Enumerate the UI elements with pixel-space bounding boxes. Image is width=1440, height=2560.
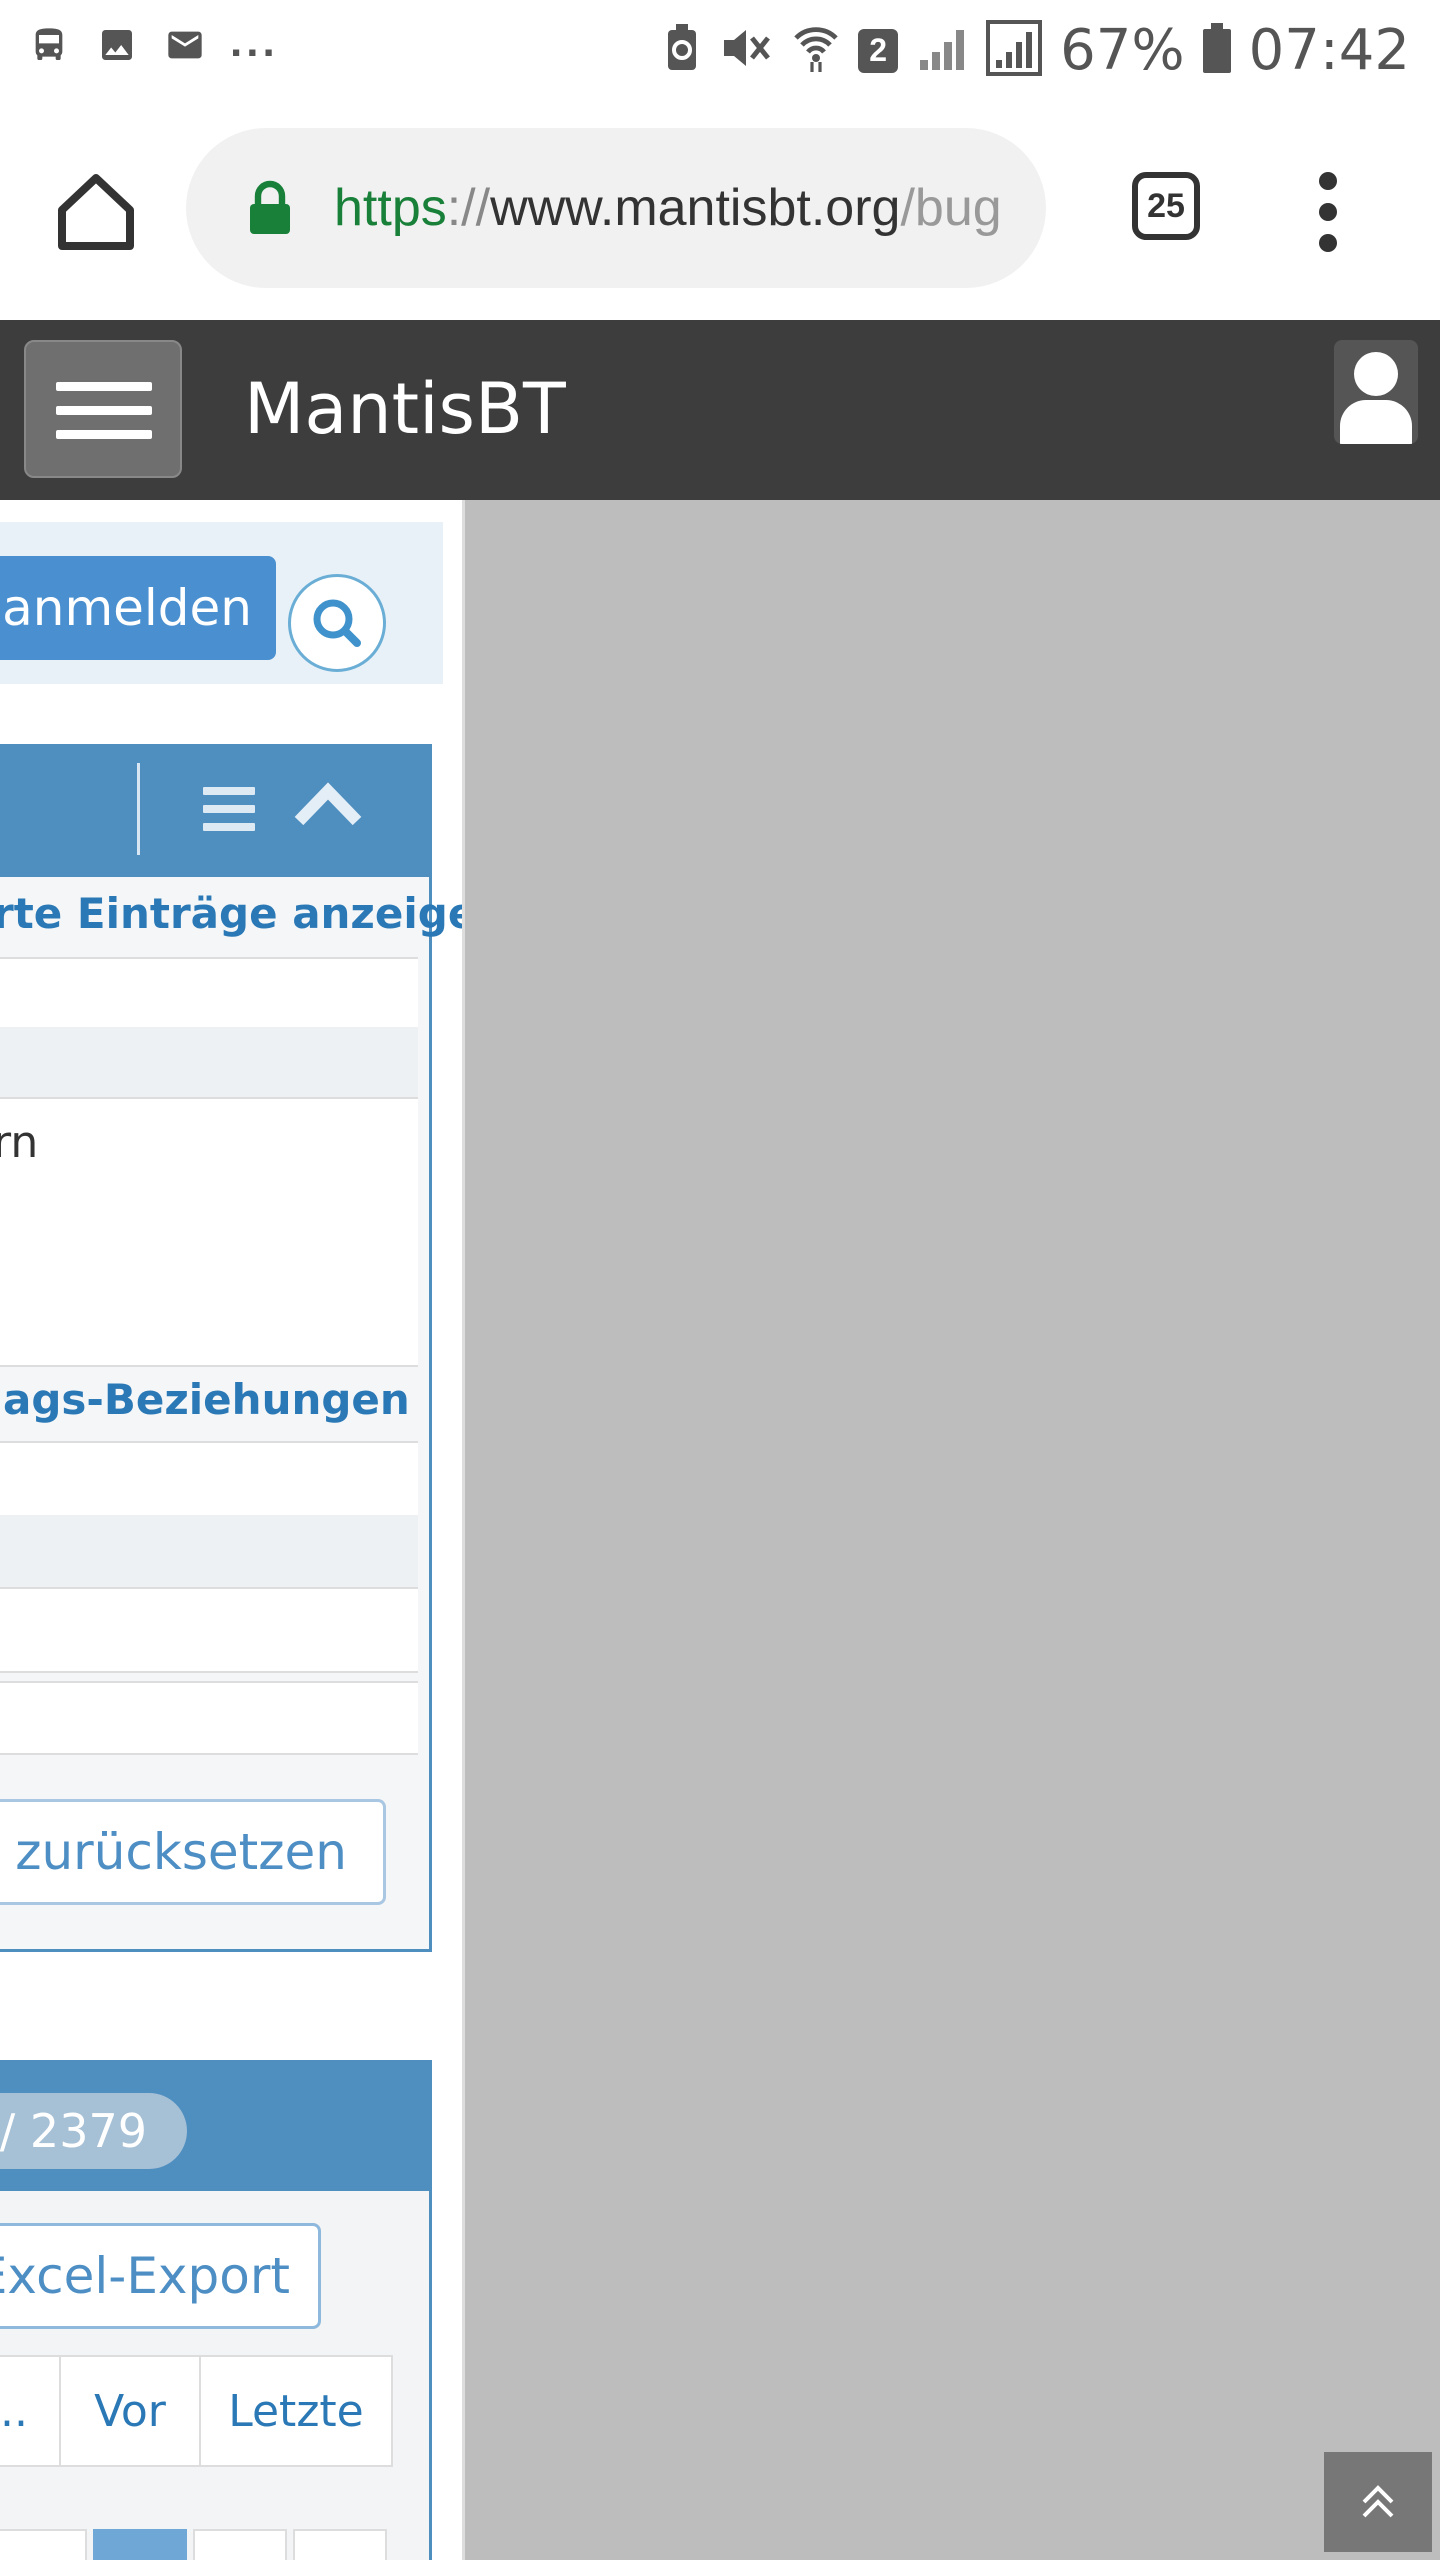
pagination: ... Vor Letzte: [0, 2355, 393, 2467]
pagination-ellipsis[interactable]: ...: [0, 2357, 59, 2465]
clock: 07:42: [1248, 18, 1410, 83]
user-icon[interactable]: [1334, 340, 1418, 444]
mail-icon: [162, 22, 208, 68]
page-button-active[interactable]: [93, 2529, 187, 2560]
double-chevron-up-icon: [1362, 2485, 1394, 2518]
excel-export-button[interactable]: Excel-Export: [0, 2223, 321, 2329]
home-icon[interactable]: [50, 166, 142, 258]
login-bar: b anmelden: [0, 522, 443, 684]
filter-panel: rte Einträge anzeigen rn ags-Beziehungen…: [0, 744, 465, 1952]
app-navbar: MantisBT: [0, 320, 1440, 500]
chevron-up-icon[interactable]: [293, 777, 363, 837]
wifi-icon: [792, 22, 840, 79]
issue-count-badge: 0 / 2379: [0, 2093, 187, 2169]
page-buttons: [0, 2529, 387, 2560]
signal-icon: [916, 22, 968, 79]
status-bar: ... 2 67% 07:42: [0, 0, 1440, 100]
image-icon: [94, 22, 140, 68]
lock-icon: [246, 180, 294, 236]
filter-panel-header: [0, 747, 429, 877]
battery-icon: [1202, 23, 1231, 78]
reset-filter-button[interactable]: r zurücksetzen: [0, 1799, 386, 1905]
issue-list-header: 0 / 2379: [0, 2063, 429, 2191]
pagination-next[interactable]: Vor: [59, 2357, 199, 2465]
main-content: b anmelden rte Einträge anzeigen rn ags-…: [0, 500, 465, 2560]
more-notifications: ...: [230, 17, 279, 66]
overlay-backdrop[interactable]: [465, 500, 1440, 2560]
url-scheme: https: [334, 179, 447, 237]
battery-saver-icon: [664, 22, 700, 79]
filter-row-header: [0, 1515, 418, 1587]
filter-value: rn: [0, 1117, 39, 1168]
show-sticky-issues-link[interactable]: rte Einträge anzeigen: [0, 889, 465, 938]
mute-icon: [718, 24, 774, 77]
filter-row[interactable]: [0, 1681, 418, 1755]
scroll-to-top-button[interactable]: [1324, 2452, 1432, 2552]
pagination-last[interactable]: Letzte: [199, 2357, 391, 2465]
login-button[interactable]: b anmelden: [0, 556, 276, 660]
sidebar-toggle-button[interactable]: [24, 340, 182, 478]
issue-list-panel: 0 / 2379 Excel-Export ... Vor Letzte: [0, 2060, 432, 2560]
list-menu-icon[interactable]: [203, 787, 255, 831]
relationships-link[interactable]: ags-Beziehungen: [0, 1375, 429, 1424]
sim-2-icon: 2: [858, 28, 899, 73]
browser-menu-icon[interactable]: [1312, 172, 1344, 252]
signal-2-icon: [986, 20, 1043, 81]
filter-row[interactable]: [0, 1441, 418, 1517]
url-host: www.mantisbt.org: [490, 179, 901, 237]
tab-switcher-button[interactable]: 25: [1132, 172, 1200, 240]
filter-row[interactable]: [0, 957, 418, 1029]
page-button[interactable]: [193, 2529, 287, 2560]
browser-toolbar: https://www.mantisbt.org/bug 25: [0, 100, 1440, 320]
app-brand[interactable]: MantisBT: [244, 368, 566, 450]
filter-row[interactable]: rn: [0, 1097, 418, 1367]
page-button[interactable]: [293, 2529, 387, 2560]
bus-icon: [26, 22, 72, 68]
url-separator: ://: [446, 179, 491, 237]
filter-row[interactable]: [0, 1587, 418, 1673]
search-icon[interactable]: [288, 574, 386, 672]
address-bar[interactable]: https://www.mantisbt.org/bug: [186, 128, 1046, 288]
url-path: /bug: [900, 179, 1002, 237]
battery-percent: 67%: [1060, 18, 1185, 83]
header-separator: [137, 763, 140, 855]
url-text: https://www.mantisbt.org/bug: [334, 178, 1002, 238]
page-button[interactable]: [0, 2529, 87, 2560]
filter-row-header: [0, 1027, 418, 1097]
